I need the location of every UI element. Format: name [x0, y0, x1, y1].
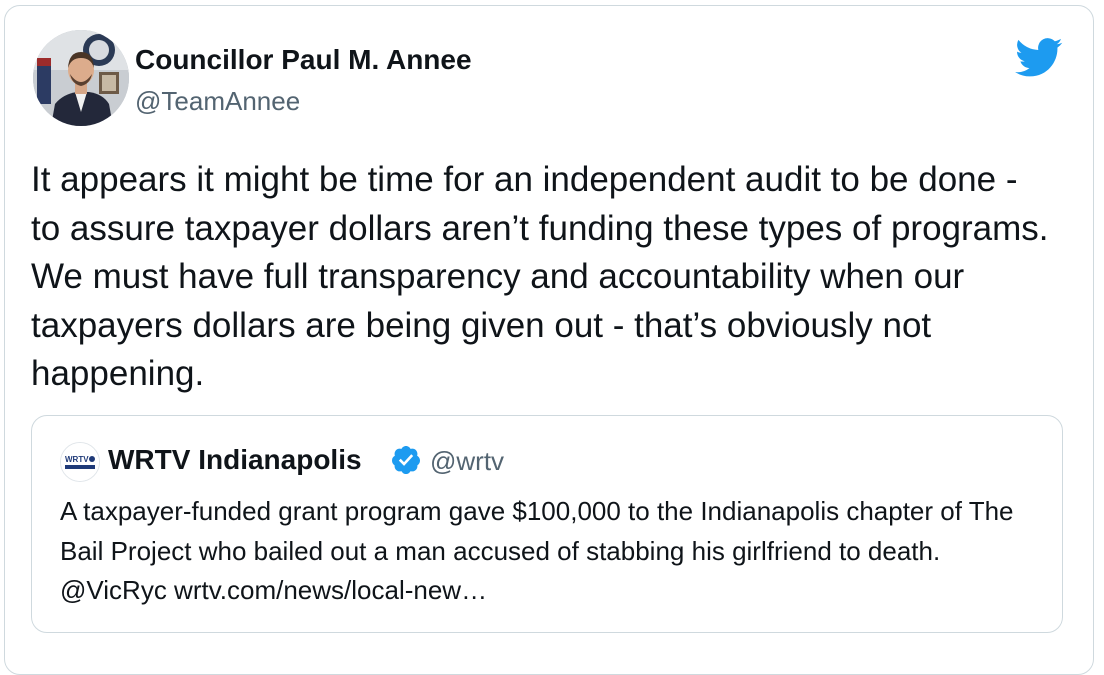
- twitter-bird-icon[interactable]: [1015, 38, 1063, 78]
- quoted-author-name[interactable]: WRTV Indianapolis: [108, 444, 362, 476]
- tweet-card[interactable]: Councillor Paul M. Annee @TeamAnnee It a…: [4, 5, 1094, 675]
- quoted-author-handle[interactable]: @wrtv: [430, 446, 504, 477]
- author-avatar[interactable]: [33, 30, 129, 126]
- tweet-text: It appears it might be time for an indep…: [31, 160, 1049, 393]
- quoted-author-avatar[interactable]: WRTV: [60, 442, 100, 482]
- wrtv-logo-text: WRTV: [65, 455, 89, 464]
- wrtv-logo-icon: WRTV: [61, 443, 99, 481]
- quoted-tweet-text: A taxpayer-funded grant program gave $10…: [60, 496, 1014, 605]
- author-avatar-image: [33, 30, 129, 126]
- verified-badge-icon: [391, 446, 420, 474]
- author-handle[interactable]: @TeamAnnee: [135, 86, 300, 117]
- quoted-tweet[interactable]: WRTV WRTV Indianapolis @wrtv A taxpayer-…: [31, 415, 1063, 633]
- author-display-name[interactable]: Councillor Paul M. Annee: [135, 44, 472, 76]
